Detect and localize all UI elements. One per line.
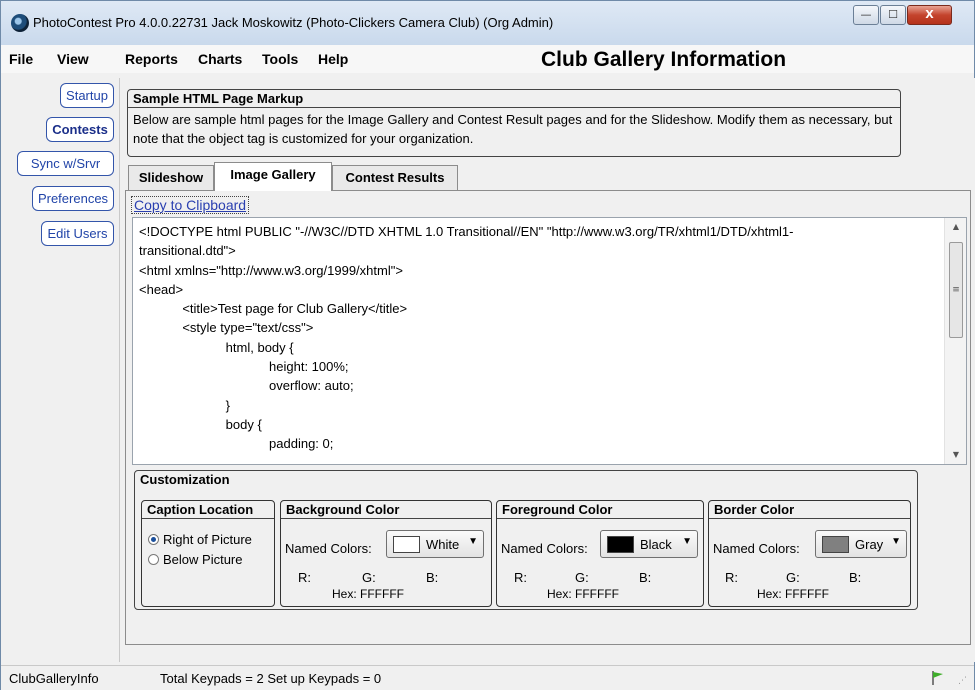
named-colors-label: Named Colors: xyxy=(713,541,800,556)
resize-grip-icon[interactable]: ⋰ xyxy=(958,676,968,686)
border-color-box: Border Color Named Colors: Gray ▼ R: G: … xyxy=(708,500,911,607)
selected-color-name: White xyxy=(426,537,460,552)
maximize-button[interactable]: ☐ xyxy=(880,5,906,25)
code-line: height: 100%; xyxy=(139,359,349,375)
dropdown-arrow-icon: ▼ xyxy=(682,536,692,547)
hex-value: Hex: FFFFFF xyxy=(332,587,404,601)
tab-contest-results[interactable]: Contest Results xyxy=(332,165,458,190)
code-line: <!DOCTYPE html PUBLIC "-//W3C//DTD XHTML… xyxy=(139,224,794,239)
green-flag-icon xyxy=(932,671,943,685)
selected-color-name: Black xyxy=(640,537,672,552)
menu-tools[interactable]: Tools xyxy=(262,51,298,67)
nav-contests-button[interactable]: Contests xyxy=(46,117,114,142)
minimize-button[interactable]: — xyxy=(853,5,879,25)
scroll-up-arrow-icon[interactable]: ▲ xyxy=(945,218,966,235)
hex-value: Hex: FFFFFF xyxy=(547,587,619,601)
background-color-select[interactable]: White ▼ xyxy=(386,530,484,558)
g-label: G: xyxy=(575,570,589,585)
caption-location-title: Caption Location xyxy=(142,501,274,519)
menu-charts[interactable]: Charts xyxy=(198,51,242,67)
markup-info-description: Below are sample html pages for the Imag… xyxy=(133,112,893,146)
status-keypads: Total Keypads = 2 Set up Keypads = 0 xyxy=(160,671,382,686)
nav-preferences-button[interactable]: Preferences xyxy=(32,186,114,211)
status-screen-name: ClubGalleryInfo xyxy=(9,671,99,686)
radio-unchecked-icon[interactable] xyxy=(148,554,159,565)
hex-value: Hex: FFFFFF xyxy=(757,587,829,601)
b-label: B: xyxy=(639,570,652,585)
selected-color-name: Gray xyxy=(855,537,884,552)
scroll-down-arrow-icon[interactable]: ▼ xyxy=(945,446,966,463)
foreground-color-box: Foreground Color Named Colors: Black ▼ R… xyxy=(496,500,704,607)
copy-to-clipboard-link[interactable]: Copy to Clipboard xyxy=(130,196,250,214)
radio-label: Below Picture xyxy=(163,552,243,567)
radio-checked-icon[interactable] xyxy=(148,534,159,545)
code-line: transitional.dtd"> xyxy=(139,243,236,259)
code-line: <head> xyxy=(139,281,184,297)
nav-edit-users-button[interactable]: Edit Users xyxy=(41,221,114,246)
menu-help[interactable]: Help xyxy=(318,51,348,67)
dropdown-arrow-icon: ▼ xyxy=(891,536,901,547)
named-colors-label: Named Colors: xyxy=(285,541,372,556)
foreground-color-select[interactable]: Black ▼ xyxy=(600,530,698,558)
code-line: <title>Test page for Club Gallery</title… xyxy=(139,301,408,317)
menu-view[interactable]: View xyxy=(57,51,89,67)
code-line: padding: 0; xyxy=(139,436,334,452)
code-line: <html xmlns="http://www.w3.org/1999/xhtm… xyxy=(139,262,403,278)
code-line: body { xyxy=(139,416,262,432)
html-code-textarea[interactable]: <!DOCTYPE html PUBLIC "-//W3C//DTD XHTML… xyxy=(132,217,967,465)
code-line: overflow: auto; xyxy=(139,378,354,394)
markup-info-box: Sample HTML Page Markup Below are sample… xyxy=(127,89,901,157)
markup-info-title: Sample HTML Page Markup xyxy=(128,90,900,108)
r-label: R: xyxy=(298,570,311,585)
background-color-box: Background Color Named Colors: White ▼ R… xyxy=(280,500,492,607)
menu-reports[interactable]: Reports xyxy=(125,51,178,67)
border-color-select[interactable]: Gray ▼ xyxy=(815,530,907,558)
camera-app-icon xyxy=(11,14,29,32)
r-label: R: xyxy=(514,570,527,585)
page-title: Club Gallery Information xyxy=(541,48,787,71)
g-label: G: xyxy=(362,570,376,585)
r-label: R: xyxy=(725,570,738,585)
title-bar: PhotoContest Pro 4.0.0.22731 Jack Moskow… xyxy=(1,1,974,45)
tab-slideshow[interactable]: Slideshow xyxy=(128,165,214,190)
code-line: html, body { xyxy=(139,339,294,355)
radio-below-picture[interactable]: Below Picture xyxy=(148,552,242,567)
code-line: } xyxy=(139,397,231,413)
tab-image-gallery[interactable]: Image Gallery xyxy=(214,162,332,191)
nav-startup-button[interactable]: Startup xyxy=(60,83,114,108)
status-bar: ClubGalleryInfo Total Keypads = 2 Set up… xyxy=(1,665,974,690)
code-line: <style type="text/css"> xyxy=(139,320,314,336)
color-swatch xyxy=(822,536,849,553)
caption-location-box: Caption Location Right of Picture Below … xyxy=(141,500,275,607)
app-window: PhotoContest Pro 4.0.0.22731 Jack Moskow… xyxy=(0,0,975,690)
b-label: B: xyxy=(849,570,862,585)
menu-bar: File View Reports Charts Tools Help Club… xyxy=(1,45,974,73)
border-color-title: Border Color xyxy=(709,501,910,519)
g-label: G: xyxy=(786,570,800,585)
b-label: B: xyxy=(426,570,439,585)
customization-title: Customization xyxy=(140,472,230,487)
color-swatch xyxy=(607,536,634,553)
scroll-thumb[interactable]: ≡ xyxy=(949,242,963,338)
radio-right-of-picture[interactable]: Right of Picture xyxy=(148,532,252,547)
background-color-title: Background Color xyxy=(281,501,491,519)
dropdown-arrow-icon: ▼ xyxy=(468,536,478,547)
code-scrollbar[interactable]: ▲ ≡ ▼ xyxy=(944,218,966,464)
named-colors-label: Named Colors: xyxy=(501,541,588,556)
window-title: PhotoContest Pro 4.0.0.22731 Jack Moskow… xyxy=(33,15,554,30)
foreground-color-title: Foreground Color xyxy=(497,501,703,519)
code-text: <!DOCTYPE html PUBLIC "-//W3C//DTD XHTML… xyxy=(139,222,939,454)
nav-sync-button[interactable]: Sync w/Srvr xyxy=(17,151,114,176)
close-button[interactable]: X xyxy=(907,5,952,25)
radio-label: Right of Picture xyxy=(163,532,252,547)
color-swatch xyxy=(393,536,420,553)
menu-file[interactable]: File xyxy=(9,51,33,67)
